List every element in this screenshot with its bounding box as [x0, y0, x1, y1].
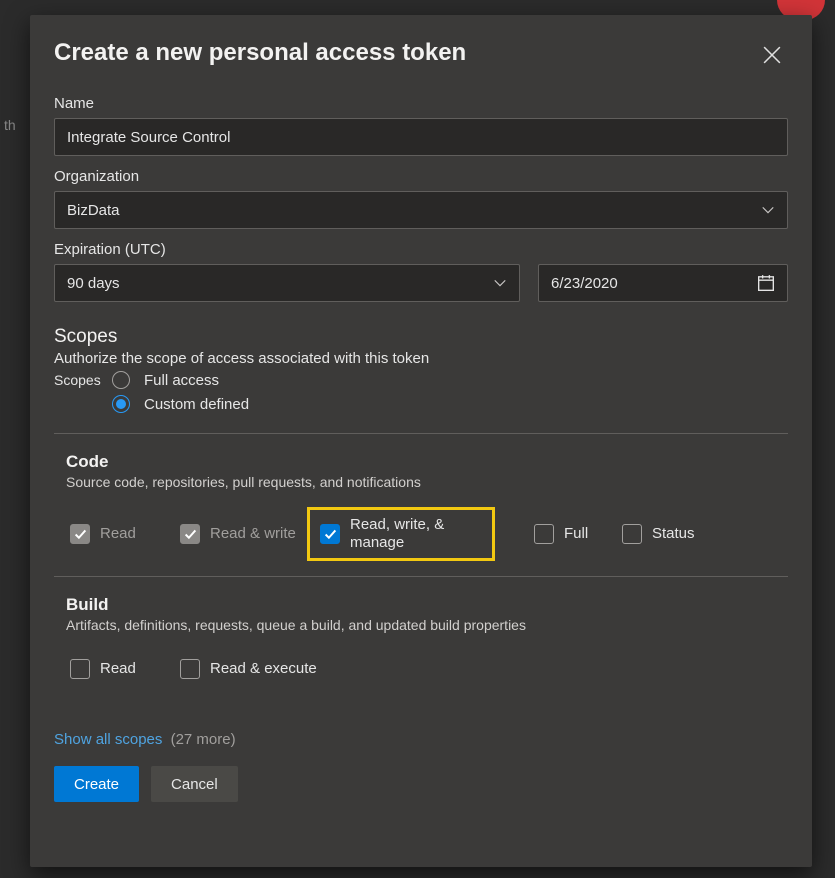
perm-build-readexec-label: Read & execute [210, 660, 317, 678]
create-button[interactable]: Create [54, 766, 139, 802]
perm-code-rwmanage-checkbox[interactable] [320, 524, 340, 544]
scope-list-panel[interactable]: Code Source code, repositories, pull req… [54, 433, 788, 713]
perm-code-status[interactable]: Status [618, 510, 716, 558]
scope-group-build: Build Artifacts, definitions, requests, … [54, 577, 788, 703]
scopes-label: Scopes [54, 372, 112, 388]
organization-value: BizData [67, 202, 120, 219]
organization-select[interactable]: BizData [54, 191, 788, 229]
perm-build-read-label: Read [100, 660, 136, 678]
scope-group-code: Code Source code, repositories, pull req… [54, 434, 788, 577]
full-access-radio[interactable] [112, 371, 130, 389]
organization-label: Organization [54, 168, 788, 185]
action-buttons: Create Cancel [54, 766, 788, 802]
expiration-label: Expiration (UTC) [54, 241, 788, 258]
backdrop-text-fragment: th [0, 113, 20, 137]
perm-build-readexec[interactable]: Read & execute [176, 653, 321, 685]
perm-code-rwmanage[interactable]: Read, write, & manage [310, 510, 492, 558]
perm-build-read-checkbox[interactable] [70, 659, 90, 679]
scope-group-code-desc: Source code, repositories, pull requests… [66, 474, 776, 490]
name-label: Name [54, 95, 788, 112]
perm-code-readwrite-label: Read & write [210, 525, 296, 543]
scopes-description: Authorize the scope of access associated… [54, 350, 788, 367]
show-all-scopes-count: (27 more) [171, 731, 236, 748]
expiration-preset-value: 90 days [67, 275, 120, 292]
scope-group-code-title: Code [66, 452, 776, 472]
scope-group-build-desc: Artifacts, definitions, requests, queue … [66, 617, 776, 633]
perm-code-read[interactable]: Read [66, 510, 176, 558]
modal-title: Create a new personal access token [54, 39, 466, 67]
chevron-down-icon [761, 203, 775, 217]
show-all-scopes-link[interactable]: Show all scopes [54, 731, 162, 748]
cancel-button[interactable]: Cancel [151, 766, 238, 802]
scopes-title: Scopes [54, 326, 788, 348]
modal-body: Name Organization BizData Expiration (UT… [30, 83, 812, 867]
modal-header: Create a new personal access token [30, 15, 812, 83]
perm-code-rwmanage-label: Read, write, & manage [350, 516, 460, 552]
perm-code-readwrite[interactable]: Read & write [176, 510, 310, 558]
perm-code-readwrite-checkbox[interactable] [180, 524, 200, 544]
show-all-scopes-row: Show all scopes (27 more) [54, 731, 788, 748]
expiration-date-input[interactable]: 6/23/2020 [538, 264, 788, 302]
close-icon [763, 46, 781, 64]
perm-code-status-label: Status [652, 525, 695, 543]
custom-defined-radio[interactable] [112, 395, 130, 413]
scopes-section: Scopes Authorize the scope of access ass… [54, 326, 788, 413]
perm-code-read-label: Read [100, 525, 136, 543]
perm-code-read-checkbox[interactable] [70, 524, 90, 544]
expiration-date-value: 6/23/2020 [551, 275, 618, 292]
name-input[interactable] [54, 118, 788, 156]
perm-code-full-checkbox[interactable] [534, 524, 554, 544]
create-pat-modal: Create a new personal access token Name … [30, 15, 812, 867]
perm-build-readexec-checkbox[interactable] [180, 659, 200, 679]
close-button[interactable] [756, 39, 788, 71]
scope-group-build-title: Build [66, 595, 776, 615]
custom-defined-label: Custom defined [144, 396, 249, 413]
perm-code-full-label: Full [564, 525, 588, 543]
chevron-down-icon [493, 276, 507, 290]
expiration-preset-select[interactable]: 90 days [54, 264, 520, 302]
calendar-icon [757, 274, 775, 292]
perm-code-full[interactable]: Full [530, 510, 618, 558]
full-access-label: Full access [144, 372, 219, 389]
perm-build-read[interactable]: Read [66, 653, 176, 685]
perm-code-status-checkbox[interactable] [622, 524, 642, 544]
